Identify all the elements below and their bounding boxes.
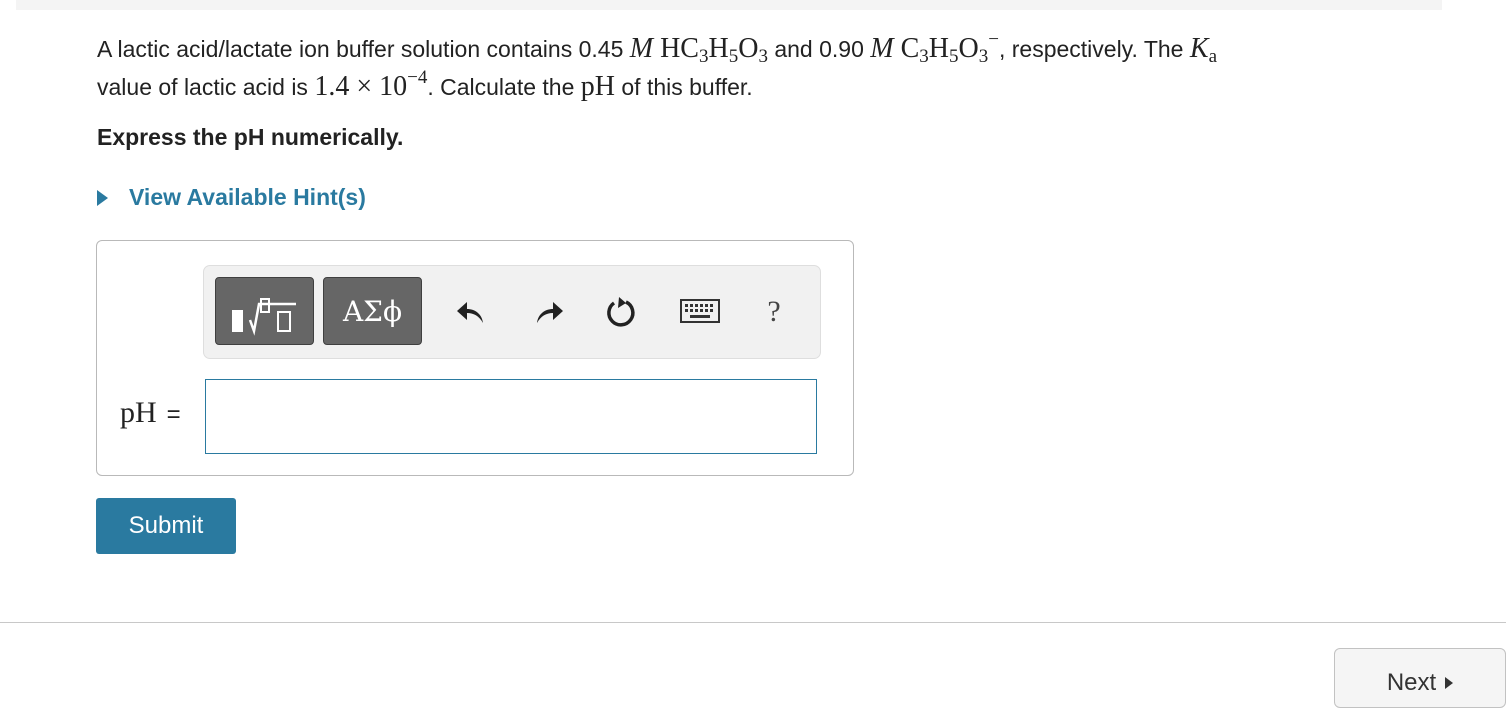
answer-label-text: pH (120, 396, 157, 429)
ka-mantissa: 1.4 (314, 71, 350, 102)
question-calculate: . Calculate the (427, 74, 581, 100)
ka-exponent: −4 (407, 67, 428, 88)
ka-symbol: Ka (1189, 33, 1217, 67)
question-value-of: value of lactic acid is (97, 74, 315, 100)
caret-right-icon (1445, 677, 1454, 689)
acid-formula: M HC3H5O3 (629, 33, 768, 67)
ph-symbol: pH (580, 71, 615, 102)
hint-label: View Available Hint(s) (129, 184, 366, 210)
top-strip (16, 0, 1442, 10)
acid-concentration: 0.45 (578, 36, 624, 62)
question-respectively: , respectively. The (998, 36, 1190, 62)
math-toolbar: ΑΣϕ ? (203, 265, 821, 359)
redo-icon[interactable] (529, 292, 569, 332)
question-text: A lactic acid/lactate ion buffer solutio… (97, 30, 1427, 106)
submit-button[interactable]: Submit (96, 498, 236, 554)
greek-symbols-label: ΑΣϕ (342, 294, 403, 328)
base-concentration: 0.90 (819, 36, 864, 62)
reset-icon[interactable] (601, 292, 641, 332)
ka-value: 1.4 × 10−4 (314, 67, 428, 102)
answer-panel: ΑΣϕ ? pH = (96, 240, 854, 476)
next-label: Next (1386, 669, 1437, 696)
templates-icon (232, 298, 296, 336)
question-and: and (767, 36, 820, 62)
answer-label: pH = (120, 396, 181, 430)
view-hints-link[interactable]: View Available Hint(s) (97, 184, 366, 211)
question-of-buffer: of this buffer. (615, 74, 753, 100)
answer-equals: = (166, 401, 181, 428)
templates-button[interactable] (215, 277, 314, 345)
divider (0, 622, 1506, 623)
question-intro: A lactic acid/lactate ion buffer solutio… (97, 36, 579, 62)
instruction: Express the pH numerically. (97, 124, 404, 150)
base-formula: M C3H5O3− (870, 29, 999, 67)
keyboard-icon[interactable] (680, 292, 720, 332)
caret-right-icon (97, 189, 108, 206)
undo-icon[interactable] (451, 292, 491, 332)
ph-answer-input[interactable] (205, 379, 817, 454)
greek-symbols-button[interactable]: ΑΣϕ (323, 277, 422, 345)
help-icon[interactable]: ? (754, 292, 794, 332)
next-button[interactable]: Next (1334, 648, 1506, 708)
